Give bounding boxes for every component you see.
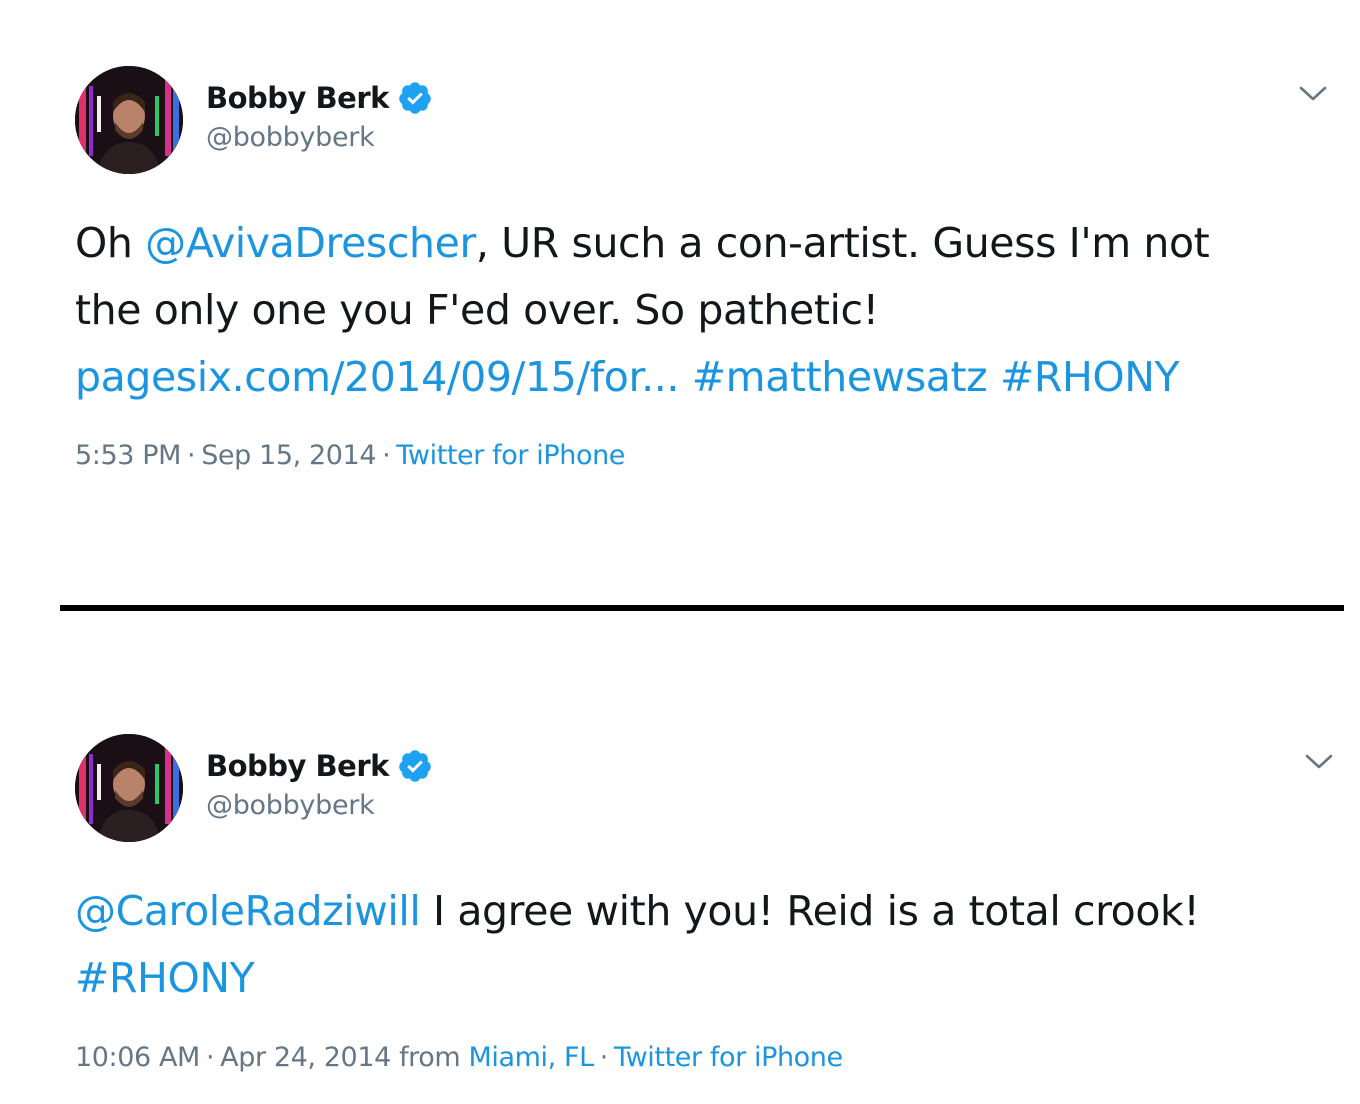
meta-separator: · (205, 1042, 215, 1073)
author-name[interactable]: Bobby Berk (206, 749, 389, 783)
divider (60, 605, 1344, 611)
tweet-source-link[interactable]: Twitter for iPhone (614, 1042, 843, 1073)
verified-badge-icon (397, 748, 433, 784)
tweet-source-link[interactable]: Twitter for iPhone (396, 440, 625, 471)
tweet-date[interactable]: Apr 24, 2014 (220, 1042, 391, 1073)
tweet-text-line: the only one you F'ed over. So pathetic! (75, 286, 879, 334)
author-handle[interactable]: @bobbyberk (206, 790, 375, 821)
avatar[interactable] (75, 734, 183, 842)
tweet-text-line: #RHONY (75, 945, 1345, 1012)
tweet-date[interactable]: Sep 15, 2014 (201, 440, 376, 471)
author-name[interactable]: Bobby Berk (206, 81, 389, 115)
mention-link[interactable]: @AvivaDrescher (145, 219, 476, 267)
tweet-time[interactable]: 10:06 AM (75, 1042, 200, 1073)
meta-separator: · (382, 440, 391, 471)
hashtag-link[interactable]: #RHONY (75, 954, 255, 1002)
tweet-text-line: pagesix.com/2014/09/15/for... #matthewsa… (75, 344, 1345, 411)
hashtag-link[interactable]: #RHONY (1000, 353, 1180, 401)
tweet-meta: 10:06 AM · Apr 24, 2014 from Miami, FL · Twi… (75, 1042, 843, 1073)
tweet-text-line: Oh @AvivaDrescher, UR such a con-artist.… (75, 210, 1345, 277)
text-fragment: Oh (75, 219, 146, 267)
author-row: Bobby Berk (206, 78, 433, 118)
text-fragment: , UR such a con-artist. Guess I'm not (475, 219, 1210, 267)
tweet-time[interactable]: 5:53 PM (75, 440, 181, 471)
chevron-down-icon[interactable] (1298, 84, 1328, 104)
tweet-text: Oh @AvivaDrescher, UR such a con-artist.… (75, 210, 1345, 411)
avatar[interactable] (75, 66, 183, 174)
from-label: from (399, 1042, 461, 1073)
hashtag-link[interactable]: #matthewsatz (692, 353, 988, 401)
chevron-down-icon[interactable] (1304, 752, 1334, 772)
mention-link[interactable]: @CaroleRadziwill (75, 887, 421, 935)
meta-separator: · (599, 1042, 609, 1073)
location-link[interactable]: Miami, FL (469, 1042, 595, 1073)
tweet-meta: 5:53 PM · Sep 15, 2014 · Twitter for iPhone (75, 440, 625, 471)
author-row: Bobby Berk (206, 746, 433, 786)
meta-separator: · (187, 440, 196, 471)
verified-badge-icon (397, 80, 433, 116)
text-fragment: I agree with you! Reid is a total crook! (420, 887, 1200, 935)
tweet-text-line: @CaroleRadziwill I agree with you! Reid … (75, 878, 1345, 945)
author-handle[interactable]: @bobbyberk (206, 122, 375, 153)
url-link[interactable]: pagesix.com/2014/09/15/for... (75, 353, 679, 401)
tweet-text: @CaroleRadziwill I agree with you! Reid … (75, 878, 1345, 1012)
